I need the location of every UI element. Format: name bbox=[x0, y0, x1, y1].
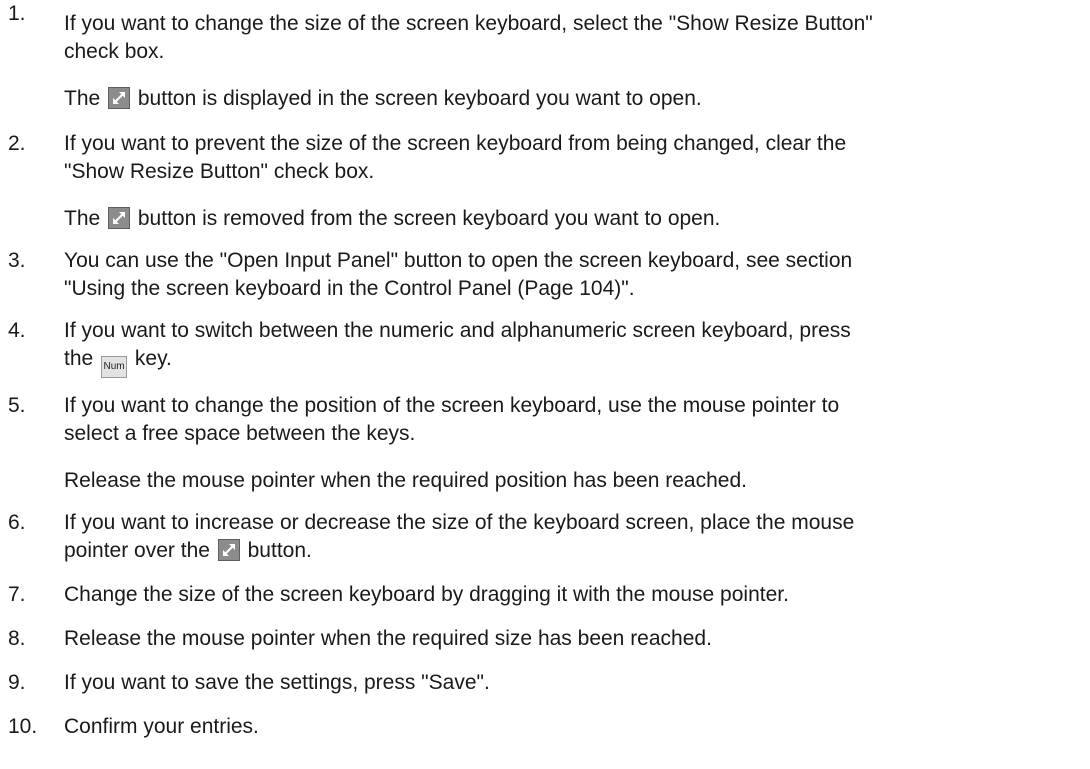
step-7: 7. Change the size of the screen keyboar… bbox=[0, 581, 1086, 609]
step-number: 1. bbox=[8, 2, 26, 25]
step-text-line: If you want to prevent the size of the s… bbox=[64, 132, 847, 155]
step-text-line: the Num key. bbox=[64, 345, 1086, 378]
step-text-line: check box. bbox=[64, 40, 165, 63]
step-6: 6. If you want to increase or decrease t… bbox=[0, 509, 1086, 565]
note-text: The bbox=[64, 87, 101, 110]
step-text-line: Change the size of the screen keyboard b… bbox=[64, 583, 789, 606]
instruction-list: 1. If you want to change the size of the… bbox=[0, 0, 1086, 741]
step-number: 7. bbox=[8, 583, 26, 606]
step-text: key. bbox=[134, 347, 172, 370]
resize-arrow-icon bbox=[217, 539, 240, 561]
note-text: button is removed from the screen keyboa… bbox=[137, 207, 721, 230]
step-text-line: "Show Resize Button" check box. bbox=[64, 160, 375, 183]
step-number: 2. bbox=[8, 132, 26, 155]
step-10: 10. Confirm your entries. bbox=[0, 713, 1086, 741]
resize-arrow-icon bbox=[108, 87, 131, 109]
step-result-note: The button is displayed in the screen ke… bbox=[64, 85, 1086, 113]
note-text: The bbox=[64, 207, 101, 230]
step-result-note: The button is removed from the screen ke… bbox=[64, 205, 1086, 233]
step-number: 8. bbox=[8, 627, 26, 650]
step-text-line: select a free space between the keys. bbox=[64, 422, 416, 445]
step-4: 4. If you want to switch between the num… bbox=[0, 317, 1086, 378]
step-result-note: Release the mouse pointer when the requi… bbox=[64, 469, 747, 492]
step-text: button. bbox=[247, 539, 312, 562]
step-1: 1. If you want to change the size of the… bbox=[0, 0, 1086, 113]
step-text-line: pointer over the button. bbox=[64, 537, 1086, 565]
step-text-line: If you want to change the size of the sc… bbox=[64, 12, 873, 35]
step-number: 6. bbox=[8, 511, 26, 534]
note-text: button is displayed in the screen keyboa… bbox=[137, 87, 702, 110]
resize-arrow-icon bbox=[108, 207, 131, 229]
step-text-line: You can use the "Open Input Panel" butto… bbox=[64, 249, 853, 272]
step-number: 10. bbox=[8, 715, 38, 738]
step-text-line: If you want to save the settings, press … bbox=[64, 671, 490, 694]
step-2: 2. If you want to prevent the size of th… bbox=[0, 130, 1086, 233]
step-number: 9. bbox=[8, 671, 26, 694]
step-9: 9. If you want to save the settings, pre… bbox=[0, 669, 1086, 697]
step-number: 5. bbox=[8, 394, 26, 417]
step-text-line: If you want to switch between the numeri… bbox=[64, 319, 851, 342]
step-text: the bbox=[64, 347, 94, 370]
step-5: 5. If you want to change the position of… bbox=[0, 392, 1086, 495]
step-text-line: If you want to increase or decrease the … bbox=[64, 511, 855, 534]
step-text-line: "Using the screen keyboard in the Contro… bbox=[64, 277, 635, 300]
step-number: 3. bbox=[8, 249, 26, 272]
num-key-icon: Num bbox=[101, 356, 128, 378]
step-text-line: If you want to change the position of th… bbox=[64, 394, 840, 417]
step-3: 3. You can use the "Open Input Panel" bu… bbox=[0, 247, 1086, 303]
step-text-line: Release the mouse pointer when the requi… bbox=[64, 627, 712, 650]
step-8: 8. Release the mouse pointer when the re… bbox=[0, 625, 1086, 653]
step-text-line: Confirm your entries. bbox=[64, 715, 259, 738]
step-text: pointer over the bbox=[64, 539, 210, 562]
step-number: 4. bbox=[8, 319, 26, 342]
